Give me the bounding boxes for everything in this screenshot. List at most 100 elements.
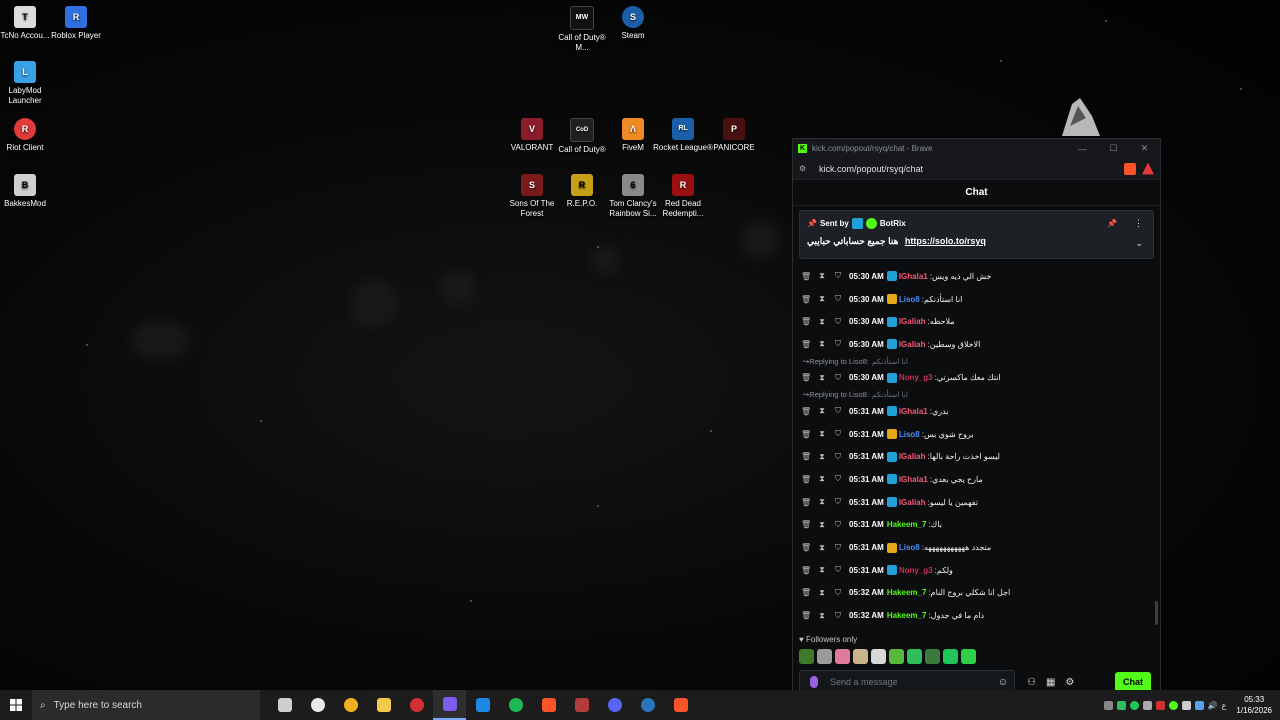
reply-indicator[interactable]: ↪ Replying to Liso8: انا استأذنكم	[801, 356, 1153, 367]
shield-icon[interactable]: ⛉	[833, 611, 843, 621]
emote-icon[interactable]	[907, 649, 922, 664]
more-options-icon[interactable]: ⋮	[1134, 218, 1143, 229]
taskbar-discord[interactable]	[598, 690, 631, 720]
timeout-icon[interactable]: ⧗	[817, 271, 827, 281]
emote-icon[interactable]	[853, 649, 868, 664]
trash-icon[interactable]: 🗑	[801, 407, 811, 416]
chevron-down-icon[interactable]: ⌄	[1135, 238, 1143, 249]
shield-icon[interactable]: ⛉	[833, 452, 843, 462]
message-username[interactable]: IGaliah	[899, 498, 926, 507]
minimize-button[interactable]: —	[1067, 144, 1098, 154]
shield-icon[interactable]: ⛉	[833, 543, 843, 553]
timeout-icon[interactable]: ⧗	[817, 588, 827, 598]
tray-app-icon[interactable]	[1142, 700, 1152, 710]
desktop-icon-red-dead[interactable]: R Red Dead Redempti...	[653, 174, 713, 219]
taskbar-app-game[interactable]	[565, 690, 598, 720]
timeout-icon[interactable]: ⧗	[817, 520, 827, 530]
timeout-icon[interactable]: ⧗	[817, 294, 827, 304]
trash-icon[interactable]: 🗑	[801, 295, 811, 304]
chat-scrollbar[interactable]	[1155, 601, 1158, 625]
emote-icon[interactable]	[871, 649, 886, 664]
emote-icon[interactable]	[835, 649, 850, 664]
brave-rewards-icon[interactable]	[1142, 162, 1154, 175]
pinned-link[interactable]: https://solo.to/rsyq	[905, 236, 986, 246]
close-button[interactable]: ✕	[1129, 143, 1160, 154]
site-info-icon[interactable]: ⚙	[799, 164, 813, 173]
message-username[interactable]: Nony_g3	[899, 373, 933, 382]
shield-icon[interactable]: ⛉	[833, 373, 843, 383]
tray-app-icon[interactable]	[1194, 700, 1204, 710]
message-username[interactable]: IGaliah	[899, 340, 926, 349]
taskbar-task-view[interactable]	[268, 690, 301, 720]
window-titlebar[interactable]: K kick.com/popout/rsyq/chat - Brave — ☐ …	[793, 139, 1160, 158]
message-username[interactable]: Liso8	[899, 295, 920, 304]
desktop-icon-steam[interactable]: S Steam	[603, 6, 663, 41]
trash-icon[interactable]: 🗑	[801, 452, 811, 461]
timeout-icon[interactable]: ⧗	[817, 565, 827, 575]
trash-icon[interactable]: 🗑	[801, 611, 811, 620]
emote-icon[interactable]	[925, 649, 940, 664]
taskbar-file-explorer[interactable]	[367, 690, 400, 720]
tray-app-icon[interactable]	[1168, 700, 1178, 710]
timeout-icon[interactable]: ⧗	[817, 611, 827, 621]
desktop-icon-labymod[interactable]: L LabyMod Launcher	[0, 61, 55, 106]
shield-icon[interactable]: ⛉	[833, 474, 843, 484]
message-username[interactable]: Hakeem_7	[887, 588, 927, 597]
tray-app-icon[interactable]	[1181, 700, 1191, 710]
message-username[interactable]: IGhala1	[899, 407, 928, 416]
message-username[interactable]: Liso8	[899, 430, 920, 439]
chat-input[interactable]	[828, 676, 998, 688]
timeout-icon[interactable]: ⧗	[817, 317, 827, 327]
shield-icon[interactable]: ⛉	[833, 565, 843, 575]
language-indicator[interactable]: ع	[1222, 701, 1227, 710]
taskbar-steam[interactable]	[631, 690, 664, 720]
settings-icon[interactable]: ⚙	[1065, 677, 1074, 688]
maximize-button[interactable]: ☐	[1098, 143, 1129, 154]
emote-icon[interactable]	[943, 649, 958, 664]
trash-icon[interactable]: 🗑	[801, 430, 811, 439]
shield-icon[interactable]: ⛉	[833, 317, 843, 327]
emote-icon[interactable]	[799, 649, 814, 664]
message-username[interactable]: Liso8	[899, 543, 920, 552]
shield-icon[interactable]: ⛉	[833, 588, 843, 598]
message-username[interactable]: Nony_g3	[899, 566, 933, 575]
emoji-icon[interactable]: ☺	[998, 677, 1008, 688]
shield-icon[interactable]: ⛉	[833, 497, 843, 507]
pinned-sender[interactable]: BotRix	[880, 219, 906, 228]
shield-icon[interactable]: ⛉	[833, 271, 843, 281]
shield-icon[interactable]: ⛉	[833, 406, 843, 416]
timeout-icon[interactable]: ⧗	[817, 474, 827, 484]
shield-icon[interactable]: ⛉	[833, 429, 843, 439]
message-username[interactable]: IGhala1	[899, 475, 928, 484]
message-username[interactable]: IGaliah	[899, 317, 926, 326]
clock[interactable]: 05:33 1/16/2026	[1236, 694, 1272, 716]
timeout-icon[interactable]: ⧗	[817, 497, 827, 507]
timeout-icon[interactable]: ⧗	[817, 339, 827, 349]
timeout-icon[interactable]: ⧗	[817, 429, 827, 439]
taskbar-app-blue[interactable]	[466, 690, 499, 720]
shield-icon[interactable]: ⛉	[833, 294, 843, 304]
mic-icon[interactable]	[810, 676, 818, 688]
taskbar-app-red[interactable]	[400, 690, 433, 720]
desktop-icon-roblox[interactable]: R Roblox Player	[46, 6, 106, 41]
timeout-icon[interactable]: ⧗	[817, 373, 827, 383]
taskbar-brave-kick[interactable]	[664, 690, 697, 720]
desktop-icon-bakkesmod[interactable]: B BakkesMod	[0, 174, 55, 209]
send-chat-button[interactable]: Chat	[1115, 672, 1151, 692]
users-icon[interactable]: ⚇	[1027, 677, 1036, 688]
trash-icon[interactable]: 🗑	[801, 543, 811, 552]
emote-icon[interactable]	[817, 649, 832, 664]
trash-icon[interactable]: 🗑	[801, 373, 811, 382]
store-icon[interactable]: ▦	[1046, 677, 1055, 688]
trash-icon[interactable]: 🗑	[801, 272, 811, 281]
taskbar-chrome[interactable]	[334, 690, 367, 720]
timeout-icon[interactable]: ⧗	[817, 406, 827, 416]
taskbar-search[interactable]: ⌕ Type here to search	[32, 690, 260, 720]
trash-icon[interactable]: 🗑	[801, 520, 811, 529]
reply-indicator[interactable]: ↪ Replying to Liso8: انا استأذنكم	[801, 389, 1153, 400]
timeout-icon[interactable]: ⧗	[817, 543, 827, 553]
brave-shields-icon[interactable]	[1124, 162, 1136, 175]
url-text[interactable]: kick.com/popout/rsyq/chat	[819, 164, 1124, 174]
message-username[interactable]: IGaliah	[899, 452, 926, 461]
message-username[interactable]: IGhala1	[899, 272, 928, 281]
